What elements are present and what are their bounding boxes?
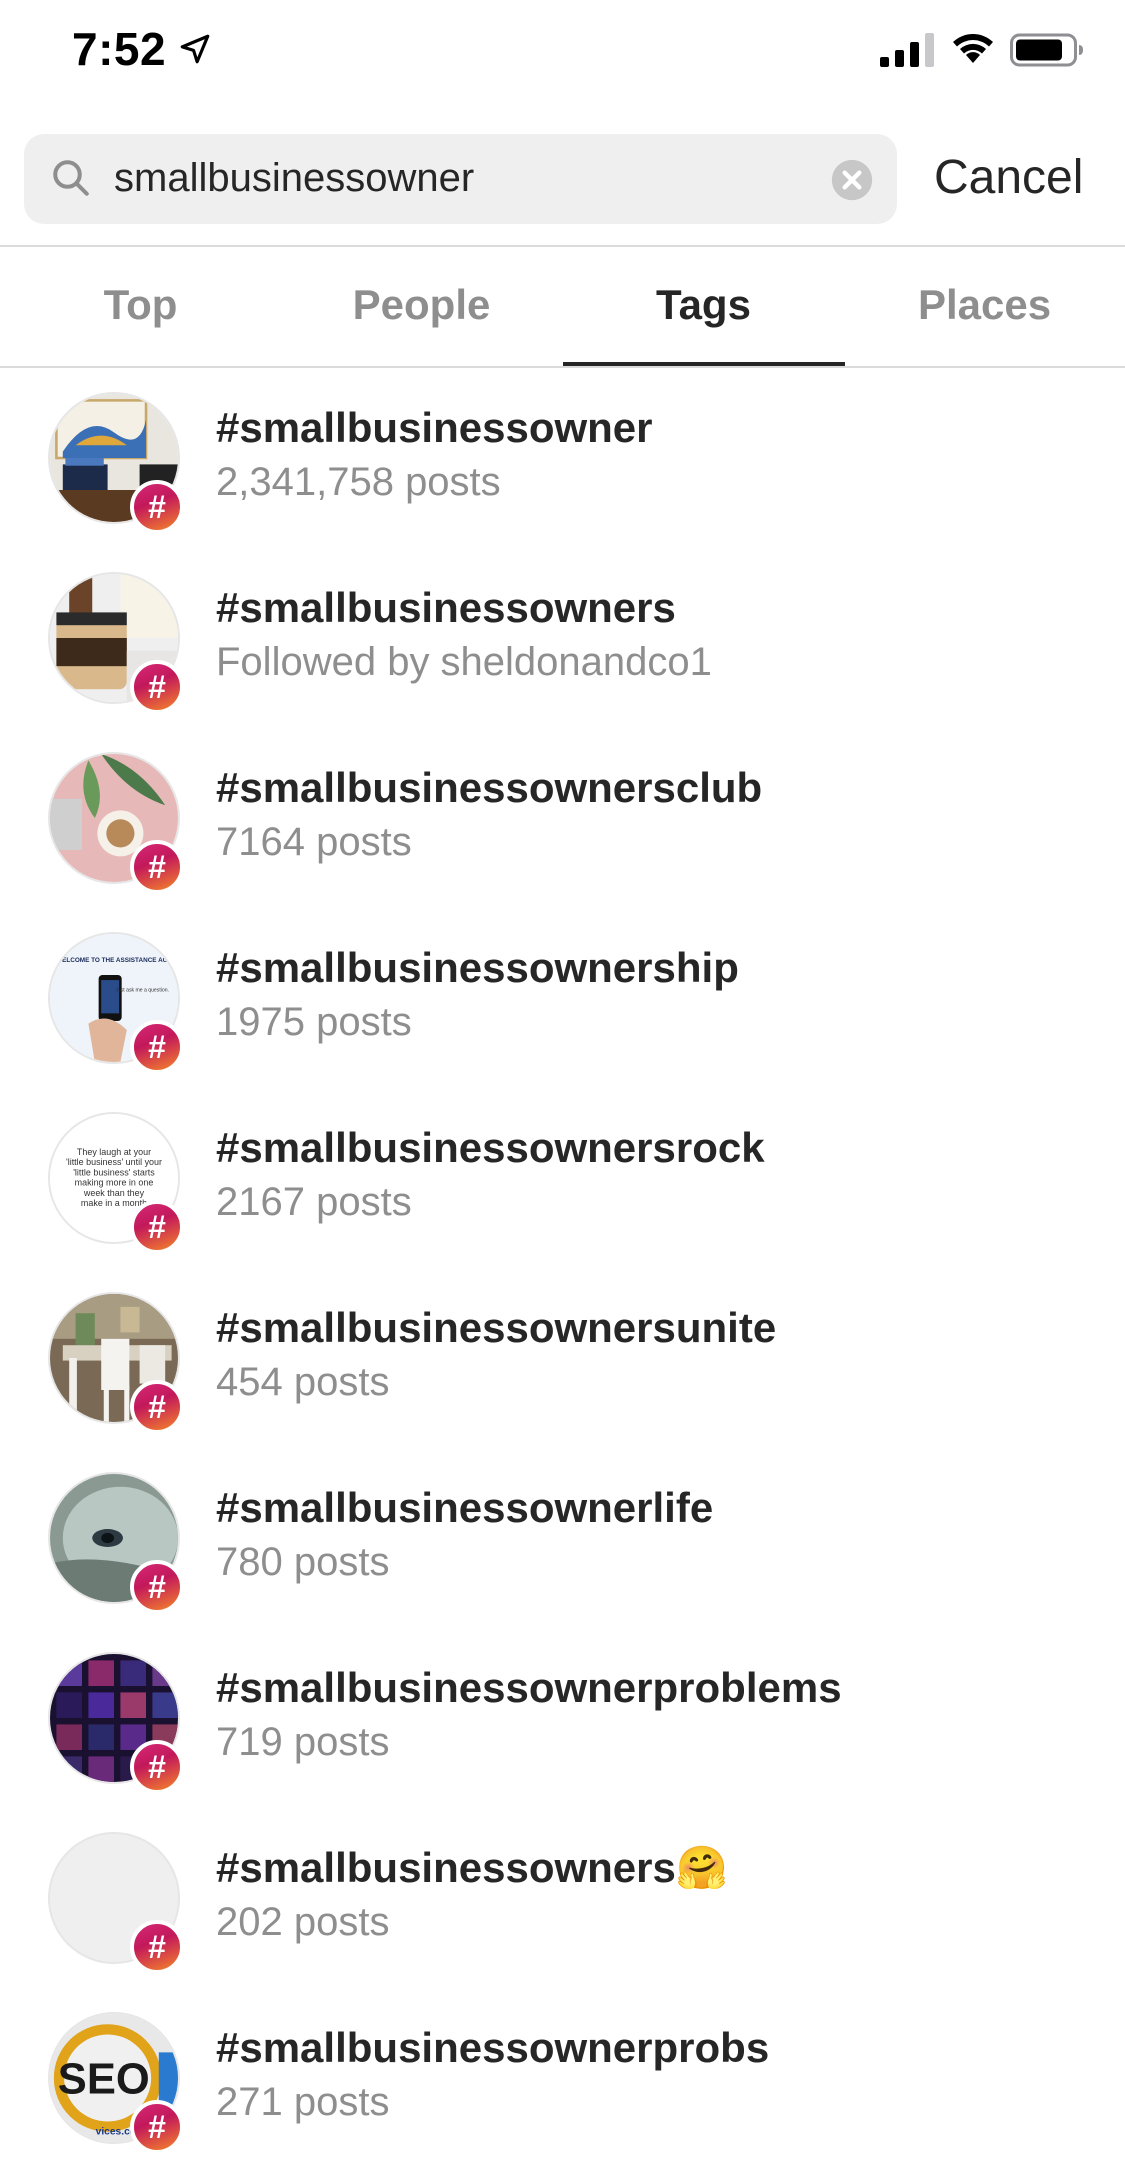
search-input[interactable] <box>114 148 814 208</box>
quote-line: 'little business' starts <box>73 1167 155 1177</box>
tag-name: #smallbusinessownerlife <box>216 1484 714 1531</box>
search-tabs: Top People Tags Places <box>0 248 1125 366</box>
quote-line: They laugh at your <box>77 1147 151 1157</box>
location-arrow-icon <box>180 34 210 64</box>
tag-name-text: #smallbusinessowners <box>216 1844 676 1891</box>
tab-tags[interactable]: Tags <box>563 248 844 366</box>
tag-thumbnail: SEO vices.com # <box>48 2012 184 2154</box>
tag-thumbnail: # <box>48 752 184 894</box>
tag-post-count: 2,341,758 posts <box>216 460 501 504</box>
tag-post-count: 780 posts <box>216 1540 390 1584</box>
tag-name: #smallbusinessownersclub <box>216 764 763 811</box>
hashtag-badge-icon: # <box>130 1200 184 1254</box>
tab-people[interactable]: People <box>281 248 562 366</box>
tag-thumbnail: # <box>48 392 184 534</box>
tag-post-count: 719 posts <box>216 1720 390 1764</box>
status-bar: 7:52 <box>0 0 1125 110</box>
list-item[interactable]: SEO vices.com # #smallbusinessownerprobs… <box>0 1988 1125 2161</box>
tag-name: #smallbusinessownerprobs <box>216 2024 770 2071</box>
tab-places[interactable]: Places <box>844 248 1125 366</box>
tag-name: #smallbusinessownership <box>216 944 739 991</box>
hugging-face-emoji-icon: 🤗 <box>675 1844 729 1891</box>
quote-line: making more in one <box>75 1178 154 1188</box>
tag-thumbnail: WELCOME TO THE ASSISTANCE AGE Just ask m… <box>48 932 184 1074</box>
list-item[interactable]: WELCOME TO THE ASSISTANCE AGE Just ask m… <box>0 908 1125 1088</box>
list-item[interactable]: # #smallbusinessowners🤗 202 posts <box>0 1808 1125 1988</box>
list-item[interactable]: # #smallbusinessowners Followed by sheld… <box>0 548 1125 728</box>
tag-post-count: 1975 posts <box>216 1000 412 1044</box>
tag-followed-by: Followed by sheldonandco1 <box>216 640 712 684</box>
tag-name: #smallbusinessownerproblems <box>216 1664 842 1711</box>
thumbnail-caption-text: Just ask me a question. <box>115 988 169 994</box>
hashtag-badge-icon: # <box>130 1020 184 1074</box>
tag-thumbnail: They laugh at your 'little business' unt… <box>48 1112 184 1254</box>
tag-thumbnail: # <box>48 1472 184 1614</box>
tag-thumbnail: # <box>48 1832 184 1974</box>
hashtag-badge-icon: # <box>130 840 184 894</box>
quote-line: week than they <box>83 1188 145 1198</box>
thumbnail-header-text: WELCOME TO THE ASSISTANCE AGE <box>56 957 172 964</box>
seo-logo-text: SEO <box>58 2055 150 2103</box>
tag-post-count: 2167 posts <box>216 1180 412 1224</box>
tag-thumbnail: # <box>48 1652 184 1794</box>
clear-search-icon[interactable] <box>830 158 874 202</box>
tag-name: #smallbusinessowner <box>216 404 653 451</box>
tag-name: #smallbusinessownersunite <box>216 1304 777 1351</box>
hashtag-badge-icon: # <box>130 1740 184 1794</box>
hashtag-badge-icon: # <box>130 2100 184 2154</box>
hashtag-badge-icon: # <box>130 1920 184 1974</box>
list-item[interactable]: # #smallbusinessownerlife 780 posts <box>0 1448 1125 1628</box>
tag-post-count: 271 posts <box>216 2080 390 2124</box>
divider <box>0 245 1125 247</box>
tag-name: #smallbusinessownersrock <box>216 1124 765 1171</box>
list-item[interactable]: # #smallbusinessownerproblems 719 posts <box>0 1628 1125 1808</box>
tag-post-count: 202 posts <box>216 1900 390 1944</box>
tag-thumbnail: # <box>48 572 184 714</box>
tag-post-count: 7164 posts <box>216 820 412 864</box>
hashtag-badge-icon: # <box>130 480 184 534</box>
hashtag-badge-icon: # <box>130 1380 184 1434</box>
search-icon <box>53 160 89 196</box>
list-item[interactable]: They laugh at your 'little business' unt… <box>0 1088 1125 1268</box>
tab-top[interactable]: Top <box>0 248 281 366</box>
quote-line: 'little business' until your <box>66 1157 162 1167</box>
status-time: 7:52 <box>72 23 167 75</box>
hashtag-badge-icon: # <box>130 660 184 714</box>
hashtag-badge-icon: # <box>130 1560 184 1614</box>
battery-icon <box>1010 33 1083 67</box>
cancel-button[interactable]: Cancel <box>934 150 1083 205</box>
tag-thumbnail: # <box>48 1292 184 1434</box>
tag-name: #smallbusinessowners🤗 <box>216 1844 728 1893</box>
cellular-signal-icon <box>880 33 934 67</box>
tag-post-count: 454 posts <box>216 1360 390 1404</box>
wifi-icon <box>953 34 993 63</box>
list-item[interactable]: # #smallbusinessowner 2,341,758 posts <box>0 368 1125 548</box>
tag-name: #smallbusinessowners <box>216 584 676 631</box>
list-item[interactable]: # #smallbusinessownersclub 7164 posts <box>0 728 1125 908</box>
list-item[interactable]: # #smallbusinessownersunite 454 posts <box>0 1268 1125 1448</box>
